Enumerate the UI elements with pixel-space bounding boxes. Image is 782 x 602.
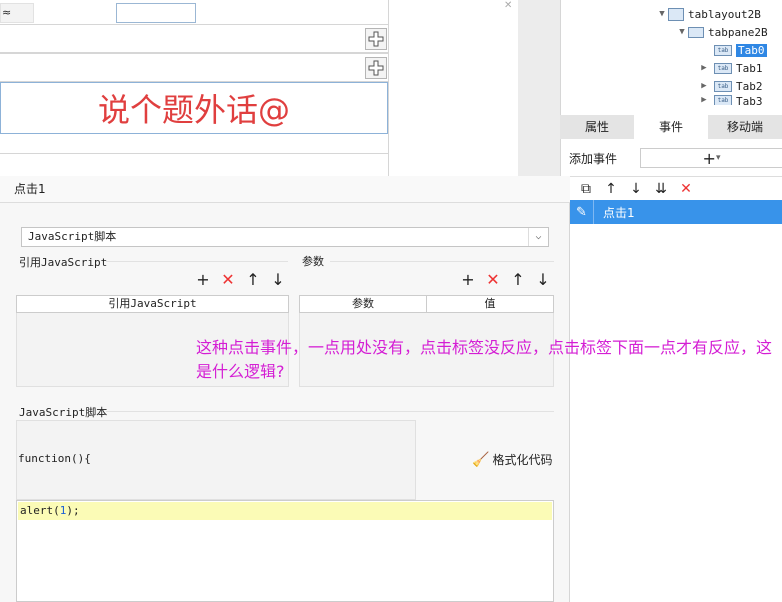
column-header[interactable]: 参数 xyxy=(300,296,427,312)
add-event-button[interactable]: + ▾ xyxy=(640,148,782,168)
chevron-down-icon[interactable]: ▼ xyxy=(656,9,668,19)
move-up-icon[interactable]: ↑ xyxy=(602,181,620,197)
move-down-icon[interactable]: ↓ xyxy=(270,272,286,288)
divider xyxy=(106,411,554,412)
tree-item-tab0[interactable]: tab Tab0 xyxy=(714,41,767,59)
tab-icon: tab xyxy=(714,95,732,105)
format-code-button[interactable]: 🧹 格式化代码 xyxy=(472,451,552,468)
tree-item-label: tabpane2B xyxy=(708,25,768,39)
layout-icon xyxy=(668,7,684,21)
chevron-down-icon[interactable]: ▼ xyxy=(676,27,688,37)
add-icon[interactable]: + xyxy=(195,272,211,288)
tree-item-label: Tab3 xyxy=(736,95,763,105)
chevron-right-icon[interactable]: ▶ xyxy=(698,95,710,105)
delete-icon[interactable]: ✕ xyxy=(677,181,695,197)
event-list-item[interactable]: ✎ 点击1 xyxy=(570,200,782,224)
event-type-select[interactable]: JavaScript脚本 ⌵ xyxy=(21,227,549,247)
chevron-right-icon[interactable]: ▶ xyxy=(698,81,710,91)
params-toolbar: + ✕ ↑ ↓ xyxy=(460,272,551,288)
add-row-button[interactable] xyxy=(365,28,387,50)
broom-icon: 🧹 xyxy=(472,451,490,468)
params-label: 参数 xyxy=(302,255,324,268)
tab-icon: tab xyxy=(714,44,732,56)
script-label: JavaScript脚本 xyxy=(19,406,108,419)
move-down-icon[interactable]: ↓ xyxy=(627,181,645,197)
annotation-text: 这种点击事件，一点用处没有，点击标签没反应，点击标签下面一点才有反应，这是什么逻… xyxy=(196,338,773,381)
move-up-icon[interactable]: ↑ xyxy=(245,272,261,288)
copy-icon[interactable]: ⧉ xyxy=(577,181,595,197)
event-item-label: 点击1 xyxy=(603,205,635,220)
divider xyxy=(106,261,288,262)
chevron-down-icon: ▾ xyxy=(715,153,721,163)
component-tree: ▼ tablayout2B ▼ tabpane2B tab Tab0 ▶ tab… xyxy=(640,0,782,115)
code-text: alert( xyxy=(20,504,60,517)
move-bottom-icon[interactable]: ⇊ xyxy=(652,181,670,197)
dialog-title: 点击1 xyxy=(0,176,570,203)
code-line-1[interactable]: alert(1); xyxy=(18,502,552,520)
canvas-cell[interactable]: ≈ xyxy=(0,3,34,23)
tree-item-label: tablayout2B xyxy=(688,7,761,21)
chevron-right-icon[interactable]: ▶ xyxy=(698,63,710,73)
edit-icon[interactable]: ✎ xyxy=(570,200,594,224)
tab-mobile[interactable]: 移动端 xyxy=(708,115,782,139)
code-text: ); xyxy=(66,504,80,517)
canvas-input-widget[interactable] xyxy=(116,3,196,23)
tree-item-tabpane[interactable]: ▼ tabpane2B xyxy=(676,23,768,41)
canvas-row-1[interactable] xyxy=(0,24,388,53)
delete-icon[interactable]: ✕ xyxy=(485,272,501,288)
tabpane-icon xyxy=(688,26,704,38)
format-code-label: 格式化代码 xyxy=(492,453,553,467)
tree-item-tablayout[interactable]: ▼ tablayout2B xyxy=(656,5,761,23)
tree-item-tab1[interactable]: ▶ tab Tab1 xyxy=(698,59,763,77)
tree-item-label: Tab0 xyxy=(736,43,767,57)
function-signature: function(){ xyxy=(18,452,91,465)
tree-item-label: Tab2 xyxy=(736,79,763,93)
delete-icon[interactable]: ✕ xyxy=(220,272,236,288)
canvas-label-widget[interactable]: 说个题外话@ xyxy=(0,82,388,134)
column-header[interactable]: 引用JavaScript xyxy=(17,296,288,312)
move-down-icon[interactable]: ↓ xyxy=(535,272,551,288)
add-icon[interactable]: + xyxy=(460,272,476,288)
add-event-label: 添加事件 xyxy=(569,151,618,166)
tab-icon: tab xyxy=(714,62,732,74)
design-canvas: ≈ 说个题外话@ xyxy=(0,0,388,176)
close-icon[interactable]: ✕ xyxy=(504,0,512,11)
canvas-row-2[interactable] xyxy=(0,53,388,82)
tab-events[interactable]: 事件 xyxy=(634,115,708,139)
tab-properties[interactable]: 属性 xyxy=(560,115,634,139)
ref-js-table-header: 引用JavaScript xyxy=(16,295,289,313)
params-table-header: 参数 值 xyxy=(299,295,554,313)
property-tabs: 属性 事件 移动端 xyxy=(560,115,782,139)
chevron-down-icon[interactable]: ⌵ xyxy=(528,228,548,246)
plus-icon: + xyxy=(702,148,716,168)
tree-item-label: Tab1 xyxy=(736,61,763,75)
add-row-button-2[interactable] xyxy=(365,57,387,79)
ref-js-toolbar: + ✕ ↑ ↓ xyxy=(195,272,286,288)
tree-item-tab3[interactable]: ▶ tab Tab3 xyxy=(698,95,763,105)
ref-js-label: 引用JavaScript xyxy=(19,256,108,269)
plus-icon xyxy=(368,31,384,47)
tab-icon: tab xyxy=(714,80,732,92)
add-event-row: 添加事件 + ▾ xyxy=(560,146,782,170)
divider xyxy=(330,261,554,262)
plus-icon xyxy=(368,60,384,76)
column-header[interactable]: 值 xyxy=(427,296,553,312)
canvas-row-3[interactable] xyxy=(0,134,388,154)
tree-item-tab2[interactable]: ▶ tab Tab2 xyxy=(698,77,763,95)
event-type-value: JavaScript脚本 xyxy=(28,230,117,243)
move-up-icon[interactable]: ↑ xyxy=(510,272,526,288)
canvas-gap xyxy=(388,0,518,176)
event-toolbar: ⧉ ↑ ↓ ⇊ ✕ xyxy=(570,176,782,200)
